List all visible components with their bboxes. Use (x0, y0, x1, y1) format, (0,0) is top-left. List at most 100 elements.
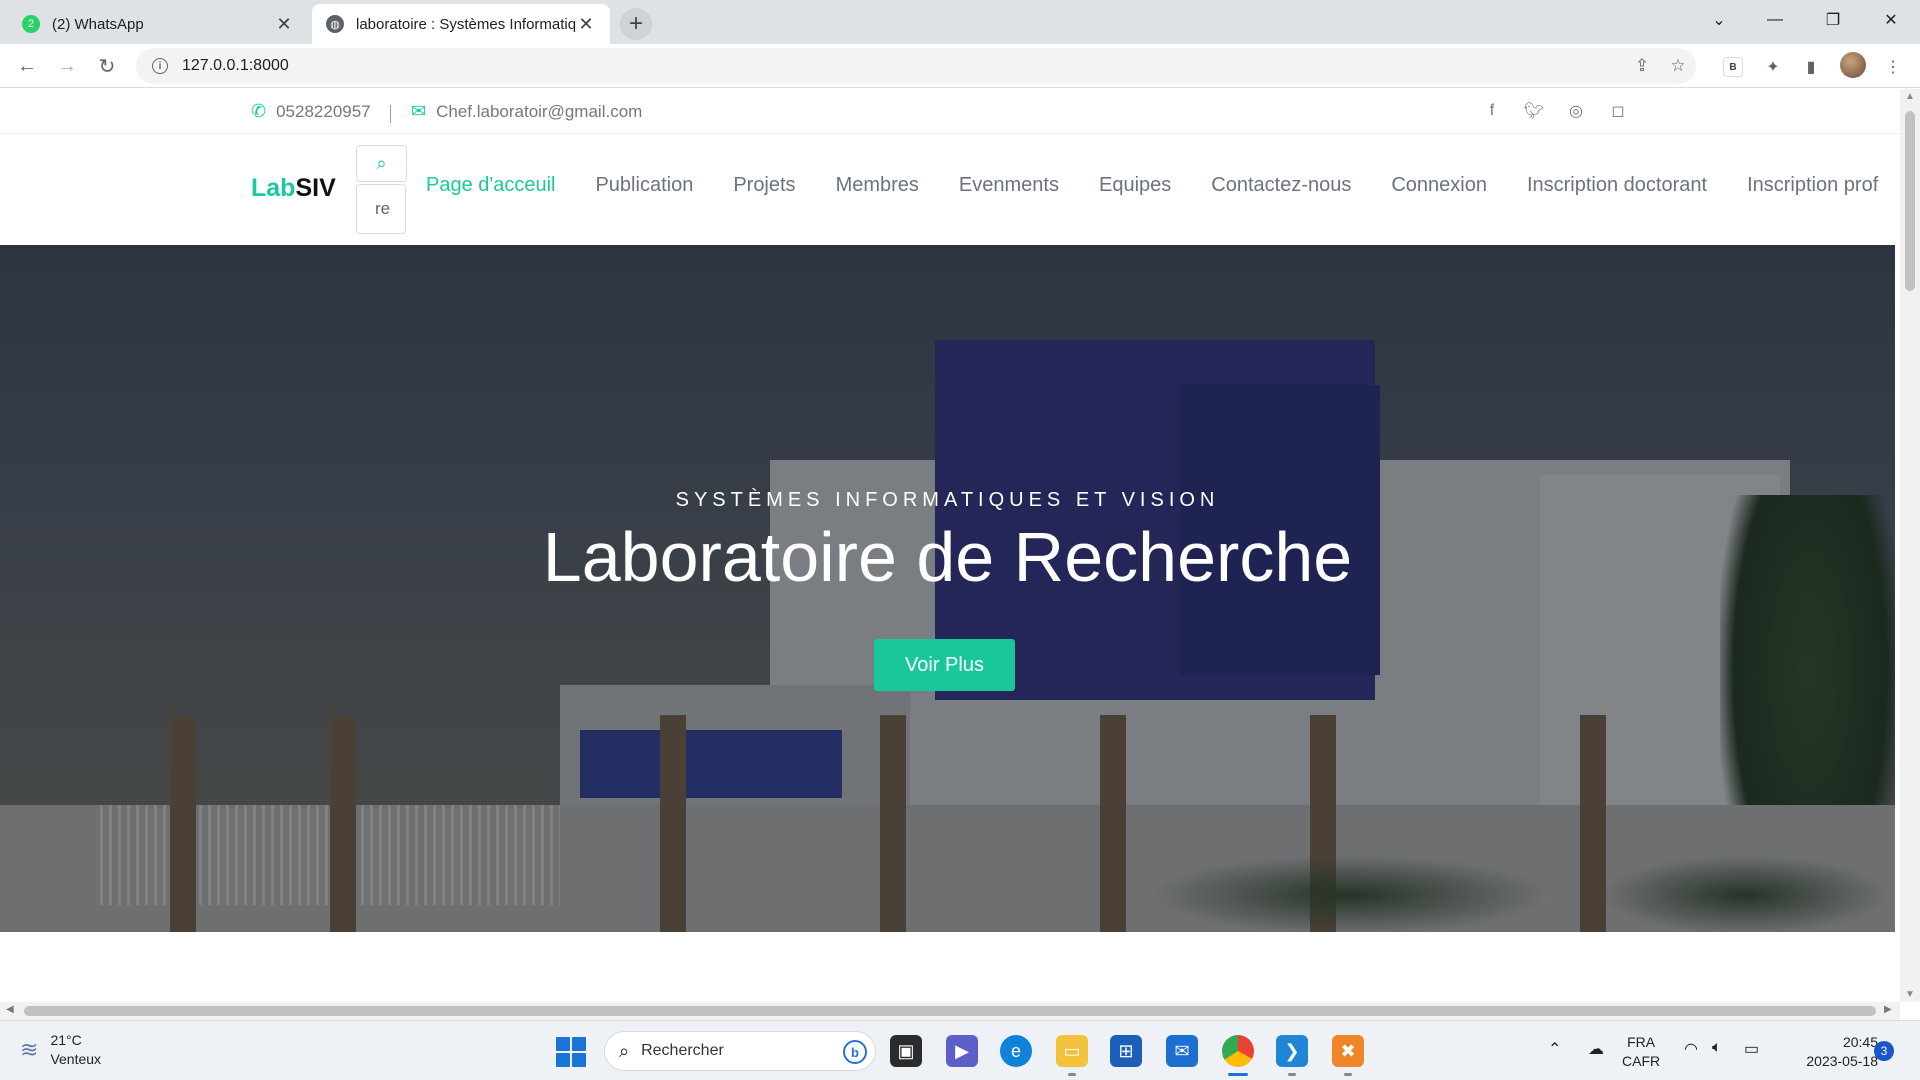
address-text: 127.0.0.1:8000 (182, 57, 289, 74)
scroll-down-icon[interactable]: ▼ (1900, 989, 1920, 1000)
email-address: Chef.laboratoir@gmail.com (436, 101, 643, 121)
profile-avatar[interactable] (1840, 52, 1866, 78)
taskbar-search[interactable]: ⌕ Rechercher b (604, 1031, 876, 1071)
nav-evenments[interactable]: Evenments (959, 174, 1059, 197)
close-tab-icon[interactable]: ✕ (576, 14, 596, 35)
tab-laboratoire[interactable]: ◍ laboratoire : Systèmes Informatiq ✕ (312, 4, 610, 44)
back-icon[interactable]: ← (13, 52, 41, 80)
logo-siv: SIV (295, 174, 336, 202)
weather-widget[interactable]: ≋ 21°C Venteux (20, 1031, 101, 1069)
restore-button[interactable]: ❐ (1810, 0, 1856, 40)
hero-section: SYSTÈMES INFORMATIQUES ET VISION Laborat… (0, 245, 1895, 932)
system-clock[interactable]: 20:45 2023-05-18 (1778, 1033, 1878, 1071)
wind-icon: ≋ (20, 1037, 39, 1062)
search-button[interactable]: ⌕ (356, 145, 407, 182)
search-input[interactable]: re (356, 184, 406, 234)
phone-number: 0528220957 (276, 101, 371, 121)
file-explorer-icon[interactable]: ▭ (1056, 1035, 1088, 1076)
menu-kebab-icon[interactable]: ⋮ (1880, 54, 1906, 80)
task-view-icon[interactable]: ▣ (890, 1035, 922, 1067)
reload-icon[interactable]: ↻ (93, 52, 121, 80)
close-tab-icon[interactable]: ✕ (274, 14, 294, 35)
nav-inscription-doctorant[interactable]: Inscription doctorant (1527, 174, 1707, 197)
site-header: LabSIV ⌕ re Page d'acceuil Publication P… (0, 134, 1900, 245)
browser-toolbar: ← → ↻ i 127.0.0.1:8000 ⇪ ☆ B ✦ ▮ ⋮ (0, 44, 1920, 88)
extension-b-icon[interactable]: B (1723, 57, 1743, 77)
tab-search-icon[interactable]: ⌄ (1696, 0, 1742, 40)
phone-icon: ✆ (251, 101, 267, 121)
search-icon: ⌕ (376, 153, 387, 173)
nav-inscription-prof[interactable]: Inscription prof (1747, 174, 1878, 197)
xampp-icon[interactable]: ✖ (1332, 1035, 1364, 1076)
hero-title: Laboratoire de Recherche (542, 518, 1353, 596)
windows-taskbar: ≋ 21°C Venteux ⌕ Rechercher b ▣ ▶ e ▭ ⊞ … (0, 1020, 1920, 1080)
twitter-icon[interactable]: 🐦︎ (1522, 99, 1546, 123)
mail-icon: ✉ (411, 101, 427, 121)
clock-time: 20:45 (1842, 1034, 1878, 1050)
minimize-button[interactable]: — (1752, 0, 1798, 40)
onedrive-icon[interactable]: ☁ (1588, 1039, 1604, 1059)
taskbar-search-placeholder: Rechercher (641, 1042, 724, 1059)
phone-contact: ✆ 0528220957 (251, 101, 371, 122)
divider (390, 105, 391, 123)
nav-contactez-nous[interactable]: Contactez-nous (1211, 174, 1351, 197)
edge-icon[interactable]: e (1000, 1035, 1032, 1067)
page-viewport: ✆ 0528220957 ✉ Chef.laboratoir@gmail.com… (0, 89, 1900, 1002)
scrollbar-thumb[interactable] (24, 1006, 1876, 1016)
notification-badge[interactable]: 3 (1874, 1041, 1894, 1061)
instagram-icon[interactable]: ◻ (1606, 99, 1630, 123)
scroll-right-icon[interactable]: ▶ (1884, 1004, 1892, 1015)
nav-membres[interactable]: Membres (836, 174, 919, 197)
tab-title: laboratoire : Systèmes Informatiq (356, 15, 576, 33)
tray-chevron-icon[interactable]: ⌃ (1548, 1039, 1561, 1059)
email-contact: ✉ Chef.laboratoir@gmail.com (411, 101, 642, 122)
nav-equipes[interactable]: Equipes (1099, 174, 1171, 197)
lang-line1: FRA (1627, 1034, 1656, 1050)
scroll-up-icon[interactable]: ▲ (1900, 91, 1920, 102)
forward-icon[interactable]: → (53, 52, 81, 80)
globe-icon: ◍ (326, 15, 344, 33)
teams-chat-icon[interactable]: ▶ (946, 1035, 978, 1067)
bookmark-star-icon[interactable]: ☆ (1662, 48, 1694, 84)
main-menu: Page d'acceuil Publication Projets Membr… (426, 174, 1878, 197)
extensions-puzzle-icon[interactable]: ✦ (1760, 54, 1786, 80)
new-tab-button[interactable]: + (620, 8, 652, 40)
tab-whatsapp[interactable]: 2 (2) WhatsApp ✕ (8, 4, 308, 44)
site-info-icon[interactable]: i (152, 58, 168, 74)
start-button[interactable] (556, 1037, 586, 1067)
site-logo[interactable]: LabSIV (251, 174, 336, 203)
tab-title: (2) WhatsApp (52, 15, 144, 33)
chrome-icon[interactable] (1222, 1035, 1254, 1076)
facebook-icon[interactable]: f (1480, 99, 1504, 123)
vscode-icon[interactable]: ❯ (1276, 1035, 1308, 1076)
voir-plus-button[interactable]: Voir Plus (874, 639, 1015, 691)
side-panel-icon[interactable]: ▮ (1798, 54, 1824, 80)
nav-publication[interactable]: Publication (595, 174, 693, 197)
browser-tab-bar: 2 (2) WhatsApp ✕ ◍ laboratoire : Système… (0, 0, 1920, 44)
clock-date: 2023-05-18 (1806, 1053, 1878, 1069)
volume-icon[interactable]: 🔈︎ (1712, 1039, 1722, 1057)
close-window-button[interactable]: ✕ (1868, 0, 1914, 40)
wifi-icon[interactable]: ◠ (1684, 1039, 1698, 1059)
battery-icon[interactable]: ▭ (1744, 1039, 1759, 1059)
bing-icon[interactable]: b (843, 1040, 867, 1064)
language-indicator[interactable]: FRA CAFR (1622, 1033, 1660, 1071)
logo-lab: Lab (251, 174, 296, 202)
top-info-bar: ✆ 0528220957 ✉ Chef.laboratoir@gmail.com… (0, 89, 1900, 134)
mail-icon[interactable]: ✉ (1166, 1035, 1198, 1067)
share-icon[interactable]: ⇪ (1626, 48, 1658, 84)
microsoft-store-icon[interactable]: ⊞ (1110, 1035, 1142, 1067)
address-bar[interactable]: i 127.0.0.1:8000 ⇪ ☆ (136, 48, 1696, 84)
nav-connexion[interactable]: Connexion (1391, 174, 1487, 197)
nav-page-accueil[interactable]: Page d'acceuil (426, 174, 555, 197)
vertical-scrollbar[interactable]: ▲ ▼ (1900, 89, 1920, 1002)
horizontal-scrollbar[interactable]: ◀ ▶ (0, 1002, 1900, 1020)
scrollbar-thumb[interactable] (1905, 111, 1915, 291)
search-icon: ⌕ (619, 1040, 630, 1061)
whatsapp-icon: 2 (22, 15, 40, 33)
hero-subtitle: SYSTÈMES INFORMATIQUES ET VISION (675, 489, 1220, 511)
scroll-left-icon[interactable]: ◀ (6, 1004, 14, 1015)
nav-projets[interactable]: Projets (733, 174, 795, 197)
weather-desc: Venteux (50, 1051, 102, 1067)
dribbble-icon[interactable]: ◎ (1564, 99, 1588, 123)
